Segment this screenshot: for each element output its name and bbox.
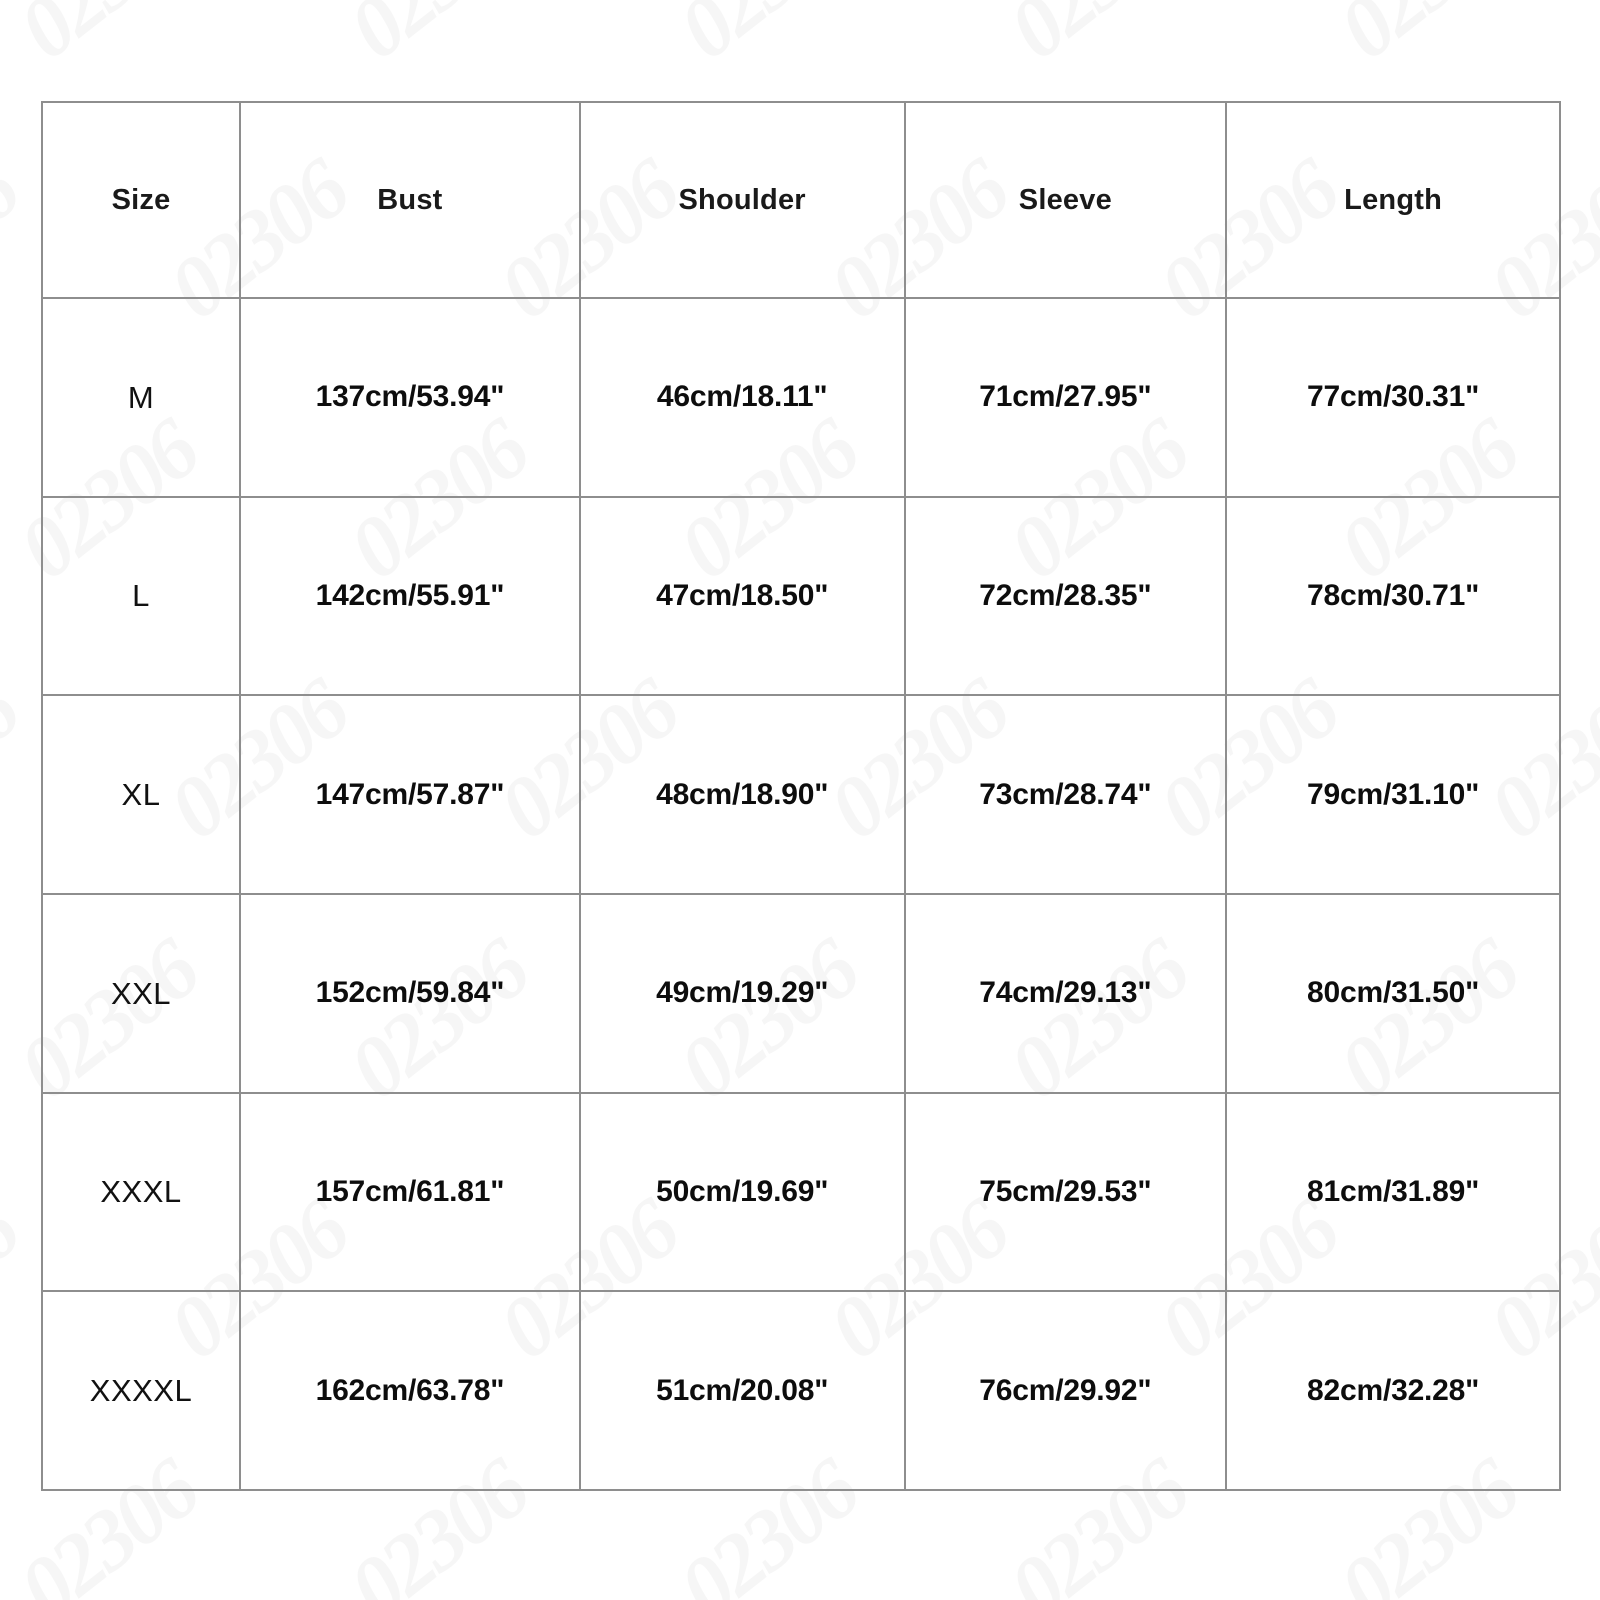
cell-bust: 142cm/55.91" <box>239 495 581 697</box>
cell-bust: 152cm/59.84" <box>239 892 581 1094</box>
watermark-text: 02306 <box>0 660 35 859</box>
cell-sleeve: 72cm/28.35" <box>903 495 1228 697</box>
length-value: 80cm/31.50" <box>1307 976 1480 1010</box>
cell-sleeve: 71cm/27.95" <box>903 297 1228 498</box>
cell-sleeve: 73cm/28.74" <box>903 694 1228 895</box>
size-chart-container: Size Bust Shoulder Sleeve Length M 137cm… <box>40 101 1561 1491</box>
column-header-size-label: Size <box>111 183 171 216</box>
length-value: 77cm/30.31" <box>1307 380 1480 414</box>
watermark-text: 02306 <box>1320 0 1535 79</box>
size-value: XXXL <box>100 1174 182 1210</box>
sleeve-value: 74cm/29.13" <box>979 976 1152 1010</box>
cell-shoulder: 51cm/20.08" <box>578 1290 906 1491</box>
table-header: Size Bust Shoulder Sleeve Length <box>40 101 1561 299</box>
shoulder-value: 50cm/19.69" <box>656 1174 829 1208</box>
cell-length: 81cm/31.89" <box>1225 1091 1561 1293</box>
cell-size: XXL <box>40 892 242 1094</box>
cell-sleeve: 75cm/29.53" <box>903 1091 1228 1293</box>
shoulder-value: 46cm/18.11" <box>656 380 828 414</box>
cell-size: XL <box>40 694 242 895</box>
cell-size: L <box>40 495 242 697</box>
shoulder-value: 51cm/20.08" <box>656 1373 829 1407</box>
cell-size: XXXXL <box>40 1290 242 1491</box>
column-header-size: Size <box>40 101 242 299</box>
column-header-length-label: Length <box>1344 183 1443 216</box>
cell-length: 77cm/30.31" <box>1225 297 1561 498</box>
size-value: L <box>132 578 150 614</box>
size-value: XXL <box>110 975 172 1011</box>
table-body: M 137cm/53.94" 46cm/18.11" 71cm/27.95" 7… <box>40 297 1561 1491</box>
watermark-text: 02306 <box>0 0 215 79</box>
watermark-text: 02306 <box>0 1180 35 1379</box>
sleeve-value: 72cm/28.35" <box>979 578 1152 612</box>
table-row: XXXL 157cm/61.81" 50cm/19.69" 75cm/29.53… <box>40 1091 1561 1293</box>
cell-shoulder: 50cm/19.69" <box>578 1091 906 1293</box>
sleeve-value: 73cm/28.74" <box>979 777 1152 811</box>
cell-length: 79cm/31.10" <box>1225 694 1561 895</box>
sleeve-value: 75cm/29.53" <box>979 1174 1152 1208</box>
column-header-length: Length <box>1225 101 1561 299</box>
watermark-text: 02306 <box>660 0 875 79</box>
table-row: XL 147cm/57.87" 48cm/18.90" 73cm/28.74" … <box>40 694 1561 895</box>
length-value: 78cm/30.71" <box>1307 578 1480 612</box>
shoulder-value: 49cm/19.29" <box>656 976 829 1010</box>
cell-length: 78cm/30.71" <box>1225 495 1561 697</box>
bust-value: 147cm/57.87" <box>315 777 505 811</box>
cell-sleeve: 76cm/29.92" <box>903 1290 1228 1491</box>
size-value: XL <box>121 777 161 813</box>
cell-shoulder: 47cm/18.50" <box>578 495 906 697</box>
watermark-text: 02306 <box>330 0 545 79</box>
shoulder-value: 47cm/18.50" <box>656 578 829 612</box>
cell-bust: 162cm/63.78" <box>239 1290 581 1491</box>
bust-value: 162cm/63.78" <box>315 1373 505 1407</box>
cell-size: M <box>40 297 242 498</box>
cell-length: 80cm/31.50" <box>1225 892 1561 1094</box>
cell-shoulder: 48cm/18.90" <box>578 694 906 895</box>
size-value: XXXXL <box>89 1373 193 1409</box>
cell-bust: 157cm/61.81" <box>239 1091 581 1293</box>
table-row: M 137cm/53.94" 46cm/18.11" 71cm/27.95" 7… <box>40 297 1561 498</box>
bust-value: 137cm/53.94" <box>315 380 505 414</box>
column-header-sleeve-label: Sleeve <box>1018 183 1112 216</box>
column-header-bust-label: Bust <box>377 183 443 216</box>
cell-shoulder: 49cm/19.29" <box>578 892 906 1094</box>
watermark-text: 02306 <box>0 140 35 339</box>
bust-value: 152cm/59.84" <box>315 976 505 1010</box>
table-row: XXXXL 162cm/63.78" 51cm/20.08" 76cm/29.9… <box>40 1290 1561 1491</box>
cell-bust: 147cm/57.87" <box>239 694 581 895</box>
cell-sleeve: 74cm/29.13" <box>903 892 1228 1094</box>
length-value: 79cm/31.10" <box>1307 777 1480 811</box>
shoulder-value: 48cm/18.90" <box>656 777 829 811</box>
column-header-bust: Bust <box>239 101 581 299</box>
sleeve-value: 76cm/29.92" <box>979 1373 1152 1407</box>
bust-value: 142cm/55.91" <box>315 578 505 612</box>
cell-size: XXXL <box>40 1091 242 1293</box>
column-header-shoulder-label: Shoulder <box>678 183 806 216</box>
cell-bust: 137cm/53.94" <box>239 297 581 498</box>
table-row: XXL 152cm/59.84" 49cm/19.29" 74cm/29.13"… <box>40 892 1561 1094</box>
sleeve-value: 71cm/27.95" <box>979 380 1152 414</box>
table-row: L 142cm/55.91" 47cm/18.50" 72cm/28.35" 7… <box>40 495 1561 697</box>
header-row: Size Bust Shoulder Sleeve Length <box>40 101 1561 299</box>
cell-shoulder: 46cm/18.11" <box>578 297 906 498</box>
size-value: M <box>127 379 155 415</box>
size-chart-table: Size Bust Shoulder Sleeve Length M 137cm… <box>40 101 1561 1491</box>
length-value: 82cm/32.28" <box>1307 1373 1480 1407</box>
watermark-text: 02306 <box>990 0 1205 79</box>
length-value: 81cm/31.89" <box>1307 1174 1480 1208</box>
column-header-shoulder: Shoulder <box>578 101 906 299</box>
cell-length: 82cm/32.28" <box>1225 1290 1561 1491</box>
bust-value: 157cm/61.81" <box>315 1174 505 1208</box>
column-header-sleeve: Sleeve <box>903 101 1228 299</box>
